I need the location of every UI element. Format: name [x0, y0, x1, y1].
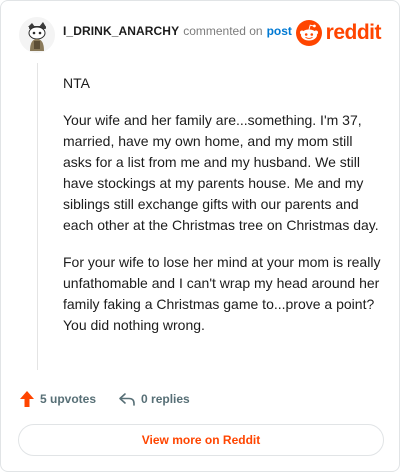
reply-count: 0 replies	[141, 392, 190, 406]
embedded-comment-card: I_DRINK_ANARCHY commented on post reddit N…	[0, 0, 400, 472]
comment-paragraph: For your wife to lose her mind at your m…	[63, 254, 381, 333]
snoo-avatar-icon	[19, 17, 55, 53]
comment-header: I_DRINK_ANARCHY commented on post reddit	[19, 14, 382, 54]
comment-username[interactable]: I_DRINK_ANARCHY	[63, 24, 179, 38]
comment-actions: 5 upvotes 0 replies	[19, 389, 381, 409]
comment-body: NTA Your wife and her family are...somet…	[63, 73, 383, 352]
reddit-snoo-icon	[295, 20, 322, 46]
comment-paragraph: NTA	[63, 75, 90, 91]
reply-button[interactable]: 0 replies	[118, 391, 190, 407]
comment-byline: I_DRINK_ANARCHY commented on post	[63, 14, 292, 38]
reply-arrow-icon	[119, 393, 135, 406]
upvote-count: 5 upvotes	[40, 392, 97, 406]
view-more-on-reddit-button[interactable]: View more on Reddit	[18, 424, 384, 456]
reddit-wordmark: reddit	[325, 21, 382, 44]
thread-line[interactable]	[37, 63, 38, 370]
post-link[interactable]: post	[267, 24, 292, 38]
user-avatar[interactable]	[19, 17, 55, 53]
upvote-button[interactable]: 5 upvotes	[19, 390, 96, 408]
upvote-arrow-icon	[20, 391, 34, 407]
reddit-logo[interactable]: reddit	[295, 20, 382, 46]
commented-on-label: commented on	[183, 24, 263, 38]
comment-paragraph: Your wife and her family are...something…	[63, 112, 379, 233]
